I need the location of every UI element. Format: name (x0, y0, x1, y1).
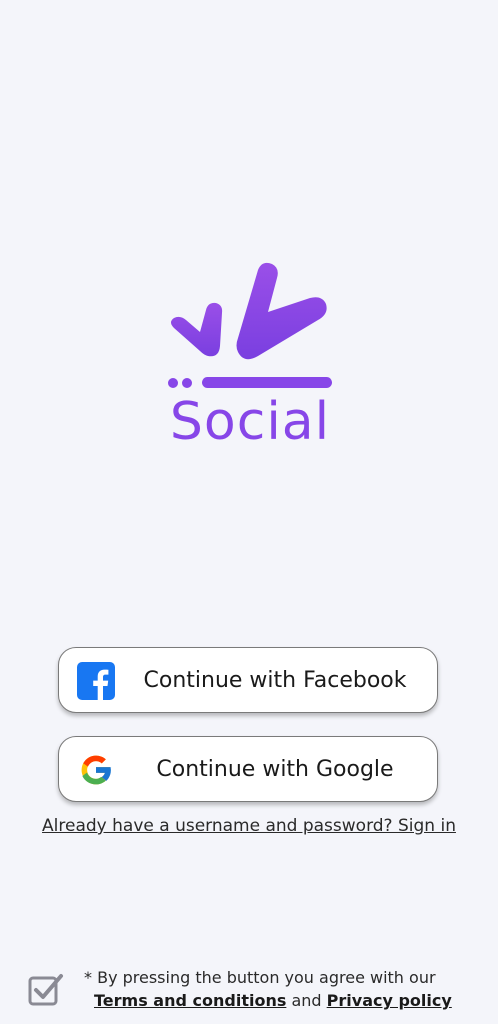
app-logo: Social (160, 258, 340, 458)
facebook-button-label: Continue with Facebook (143, 668, 407, 693)
agreement-and-text: and (291, 991, 322, 1010)
agreement-text: * By pressing the button you agree with … (84, 968, 436, 987)
terms-and-conditions-link[interactable]: Terms and conditions (94, 991, 286, 1010)
agreement-links: Terms and conditions and Privacy policy (94, 991, 452, 1010)
facebook-icon (77, 662, 115, 700)
continue-with-facebook-button[interactable]: Continue with Facebook (58, 647, 438, 713)
google-button-label: Continue with Google (156, 757, 394, 782)
sign-in-link[interactable]: Already have a username and password? Si… (0, 816, 498, 836)
checkbox-checked-icon[interactable] (28, 972, 64, 1008)
google-icon (77, 751, 115, 789)
privacy-policy-link[interactable]: Privacy policy (327, 991, 452, 1010)
continue-with-google-button[interactable]: Continue with Google (58, 736, 438, 802)
brand-name: Social (169, 392, 331, 452)
logo-mark-icon (168, 262, 332, 388)
